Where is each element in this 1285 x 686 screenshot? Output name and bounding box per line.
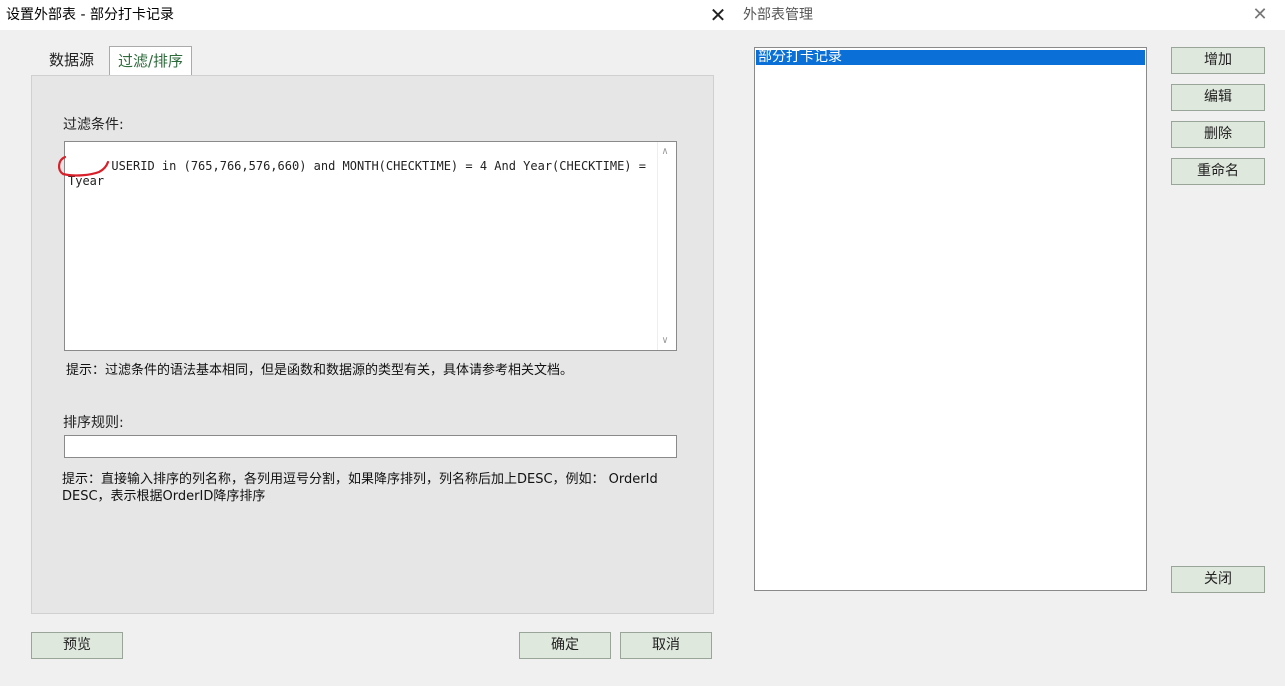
edit-button[interactable]: 编辑 [1171,84,1265,111]
external-table-manager-window: 外部表管理 ✕ 部分打卡记录 增加 编辑 删除 重命名 关闭 [741,0,1285,610]
preview-button[interactable]: 预览 [31,632,123,659]
external-table-list[interactable]: 部分打卡记录 [754,47,1147,591]
filter-sort-panel: 过滤条件: USERID in (765,766,576,660) and MO… [31,75,714,614]
close-icon[interactable]: ✕ [703,0,733,30]
sort-rule-input[interactable] [64,435,677,458]
rename-button[interactable]: 重命名 [1171,158,1265,185]
cancel-button[interactable]: 取消 [620,632,712,659]
ok-button[interactable]: 确定 [519,632,611,659]
close-button[interactable]: 关闭 [1171,566,1265,593]
window-title: 外部表管理 [743,7,813,23]
list-item[interactable]: 部分打卡记录 [756,50,1145,65]
filter-condition-text: USERID in (765,766,576,660) and MONTH(CH… [68,159,654,188]
delete-button[interactable]: 删除 [1171,121,1265,148]
vertical-scrollbar[interactable]: ∧ ∨ [657,142,676,350]
filter-condition-textarea[interactable]: USERID in (765,766,576,660) and MONTH(CH… [64,141,677,351]
scroll-down-icon[interactable]: ∨ [662,333,668,348]
add-button[interactable]: 增加 [1171,47,1265,74]
title-bar: 外部表管理 ✕ [741,0,1285,30]
tab-datasource[interactable]: 数据源 [41,46,102,75]
close-icon[interactable]: ✕ [1245,0,1275,30]
title-bar: 设置外部表 - 部分打卡记录 ✕ [0,0,741,30]
sort-label: 排序规则: [63,415,124,431]
tab-filter-sort[interactable]: 过滤/排序 [109,46,193,77]
filter-label: 过滤条件: [63,117,124,133]
scroll-up-icon[interactable]: ∧ [662,144,668,159]
filter-hint: 提示：过滤条件的语法基本相同，但是函数和数据源的类型有关，具体请参考相关文档。 [66,363,574,378]
window-title: 设置外部表 - 部分打卡记录 [6,7,174,23]
external-table-settings-window: 设置外部表 - 部分打卡记录 ✕ 数据源 过滤/排序 过滤条件: USERID … [0,0,741,674]
sort-hint: 提示：直接输入排序的列名称，各列用逗号分割，如果降序排列，列名称后加上DESC，… [62,472,658,504]
